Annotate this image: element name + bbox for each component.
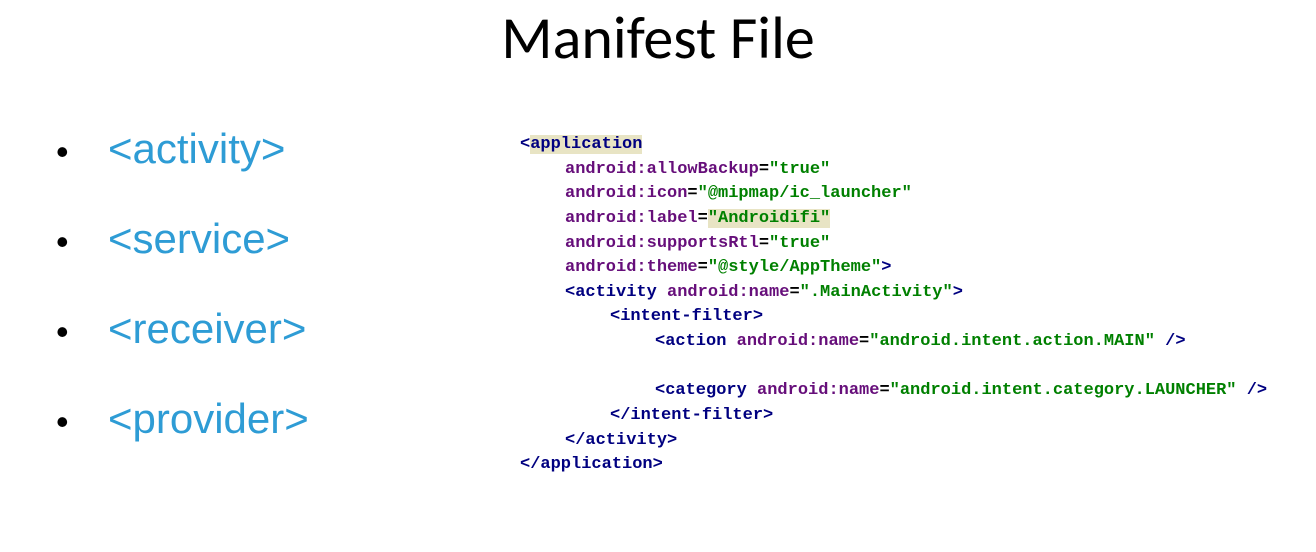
bullet-activity: <activity>	[50, 125, 520, 173]
content-area: <activity> <service> <receiver> <provide…	[0, 125, 1316, 485]
code-line-application-close: </application>	[520, 453, 1267, 478]
code-line-intentfilter-open: <intent-filter>	[520, 305, 1267, 330]
code-line-label: android:label="Androidifi"	[520, 207, 1267, 232]
code-line-supportsrtl: android:supportsRtl="true"	[520, 232, 1267, 257]
code-line-activity-open: <activity android:name=".MainActivity">	[520, 281, 1267, 306]
code-line-blank	[520, 355, 1267, 380]
bullet-list: <activity> <service> <receiver> <provide…	[0, 125, 520, 485]
code-block: <application android:allowBackup="true" …	[520, 125, 1267, 485]
bullet-provider: <provider>	[50, 395, 520, 443]
code-line-intentfilter-close: </intent-filter>	[520, 404, 1267, 429]
code-line-activity-close: </activity>	[520, 429, 1267, 454]
bullet-receiver: <receiver>	[50, 305, 520, 353]
code-line-application-open: <application	[520, 133, 1267, 158]
code-line-category: <category android:name="android.intent.c…	[520, 379, 1267, 404]
code-line-allowbackup: android:allowBackup="true"	[520, 158, 1267, 183]
bullet-service: <service>	[50, 215, 520, 263]
slide-title: Manifest File	[0, 0, 1316, 75]
code-line-theme: android:theme="@style/AppTheme">	[520, 256, 1267, 281]
code-line-action: <action android:name="android.intent.act…	[520, 330, 1267, 355]
code-line-icon: android:icon="@mipmap/ic_launcher"	[520, 182, 1267, 207]
